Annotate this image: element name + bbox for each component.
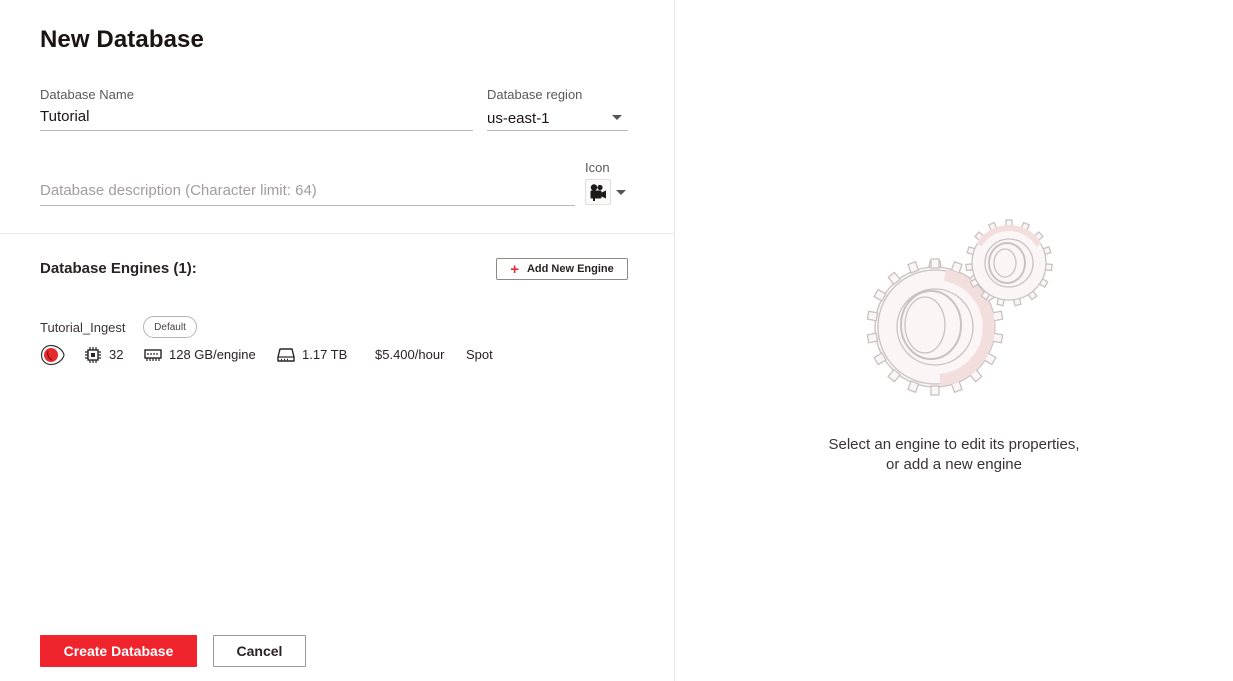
add-new-engine-label: Add New Engine [526,263,614,275]
empty-state-hint-line2: or add a new engine [886,456,1022,473]
database-name-label: Database Name [40,87,134,102]
engine-status-icon [40,344,65,366]
database-region-value[interactable]: us-east-1 [487,110,550,127]
engine-name: Tutorial_Ingest [40,320,126,335]
memory-icon [144,349,162,361]
plus-icon: + [510,260,519,278]
database-description-underline [40,205,575,206]
icon-picker-chevron-down-icon[interactable] [616,190,626,195]
cpu-icon [85,347,101,363]
engine-memory: 128 GB/engine [169,347,256,362]
database-description-input[interactable]: Database description (Character limit: 6… [40,182,317,199]
icon-picker-label: Icon [585,160,610,175]
default-badge: Default [143,316,197,338]
engine-storage: 1.17 TB [302,347,348,362]
engine-cpu-count: 32 [109,347,124,362]
database-name-input[interactable]: Tutorial [40,108,89,125]
empty-state-hint-line1: Select an engine to edit its properties, [828,436,1080,453]
page-title: New Database [40,26,204,53]
gears-illustration [866,219,1053,396]
add-new-engine-button[interactable]: + Add New Engine [496,258,628,280]
movie-camera-icon [590,184,606,201]
database-region-label: Database region [487,87,583,102]
create-database-button[interactable]: Create Database [40,635,197,667]
engine-instance-type: Spot [466,347,493,362]
engine-details-panel: Select an engine to edit its properties,… [675,0,1233,681]
icon-picker-button[interactable] [585,179,611,205]
storage-drive-icon [277,348,295,362]
cancel-button[interactable]: Cancel [213,635,306,667]
engines-section-title: Database Engines (1): [40,260,197,277]
chevron-down-icon[interactable] [612,115,622,120]
section-divider [0,233,675,234]
database-form-panel: New Database Database Name Tutorial Data… [0,0,675,681]
engine-price: $5.400/hour [375,347,445,362]
database-name-underline [40,130,473,131]
database-region-underline [487,130,628,131]
